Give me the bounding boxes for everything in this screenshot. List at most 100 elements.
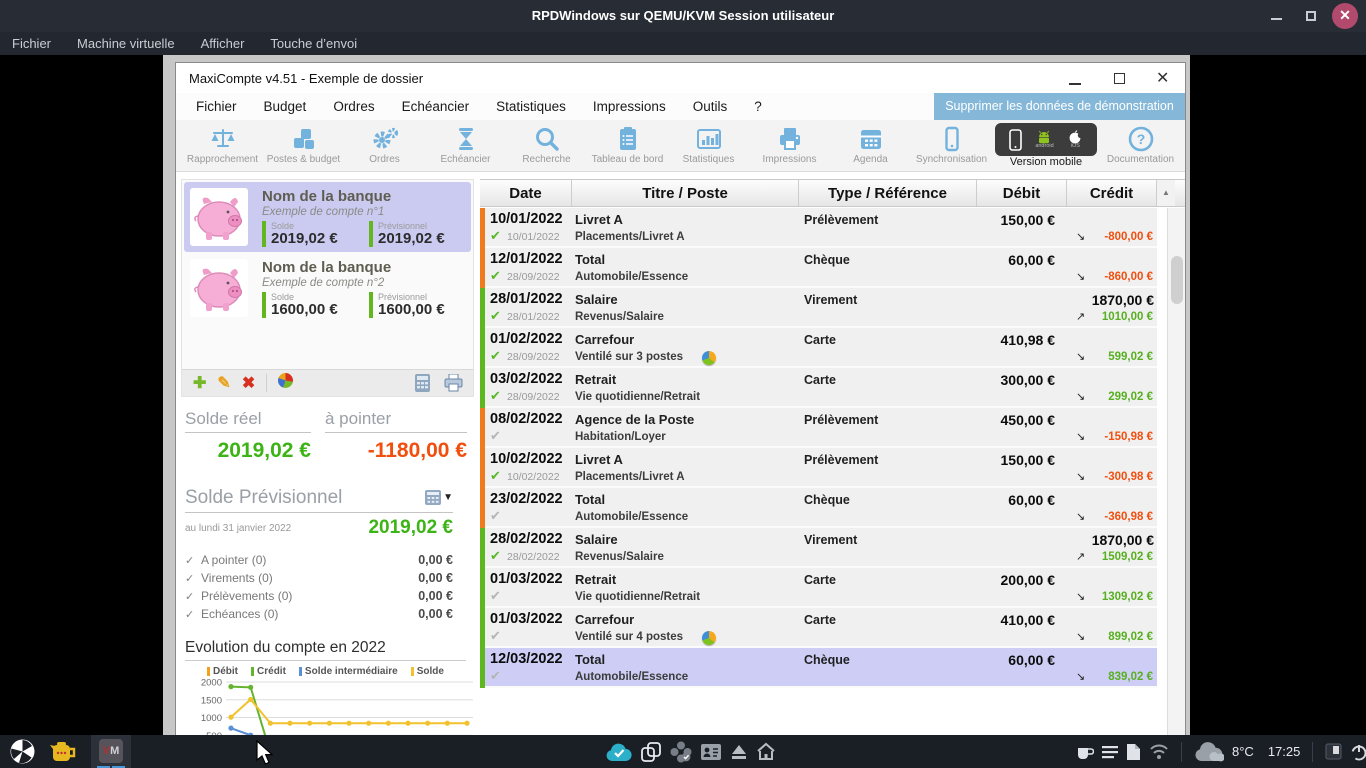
balance-trend-icon: ↘ <box>1076 630 1085 643</box>
checklist-row[interactable]: ✓ Virements (0) 0,00 € <box>185 569 453 587</box>
table-row[interactable]: 01/03/2022✔RetraitVie quotidienne/Retrai… <box>480 568 1157 608</box>
toolbar-synchronisation[interactable]: Synchronisation <box>911 123 992 171</box>
app-menu-icon[interactable] <box>10 739 35 764</box>
table-row[interactable]: 10/01/2022✔10/01/2022Livret APlacements/… <box>480 208 1157 248</box>
home-icon[interactable] <box>756 742 776 761</box>
row-status-bar <box>480 568 485 608</box>
header-type-reference[interactable]: Type / Référence <box>799 180 977 206</box>
chevron-down-icon[interactable]: ▼ <box>443 492 453 503</box>
print-accounts-icon[interactable] <box>444 374 463 392</box>
qemu-menu-afficher[interactable]: Afficher <box>201 36 245 51</box>
add-account-button[interactable]: ✚ <box>193 373 206 393</box>
transaction-type: Virement <box>804 533 857 547</box>
menu-statistiques[interactable]: Statistiques <box>496 99 566 114</box>
menu-outils[interactable]: Outils <box>693 99 728 114</box>
header-date[interactable]: Date <box>480 180 572 206</box>
qemu-close-button[interactable]: ✕ <box>1332 3 1358 29</box>
vm-window-button[interactable]: VM <box>91 735 131 768</box>
menu-impressions[interactable]: Impressions <box>593 99 666 114</box>
pointed-date: 28/02/2022 <box>507 551 560 563</box>
checklist-row[interactable]: ✓ Echéances (0) 0,00 € <box>185 605 453 623</box>
keyboard-icon[interactable] <box>1325 743 1342 760</box>
coffee-cup-icon[interactable] <box>1076 744 1094 760</box>
menu-ordres[interactable]: Ordres <box>333 99 374 114</box>
app-titlebar: MaxiCompte v4.51 - Exemple de dossier ✕ <box>176 63 1185 93</box>
cloud-check-icon[interactable] <box>606 742 632 762</box>
checklist-row[interactable]: ✓ A pointer (0) 0,00 € <box>185 551 453 569</box>
vm-window-icon: VM <box>99 739 123 763</box>
calendar-calc-icon[interactable] <box>425 490 441 505</box>
delete-account-button[interactable]: ✖ <box>242 373 255 393</box>
app-maximize-button[interactable] <box>1114 73 1125 84</box>
delete-demo-data-button[interactable]: Supprimer les données de démonstration <box>934 93 1185 120</box>
qemu-menu-fichier[interactable]: Fichier <box>12 36 51 51</box>
transaction-type: Prélèvement <box>804 213 878 227</box>
toolbar-postes-budget[interactable]: Postes & budget <box>263 123 344 171</box>
table-row[interactable]: 12/03/2022✔TotalAutomobile/EssenceChèque… <box>480 648 1157 688</box>
eject-icon[interactable] <box>730 743 748 761</box>
clipboard-copy-icon[interactable] <box>640 741 662 763</box>
power-icon[interactable] <box>1350 743 1366 761</box>
row-status-bar <box>480 648 485 688</box>
table-row[interactable]: 12/01/2022✔28/09/2022TotalAutomobile/Ess… <box>480 248 1157 288</box>
checklist-row[interactable]: ✓ Prélèvements (0) 0,00 € <box>185 587 453 605</box>
table-row[interactable]: 23/02/2022✔TotalAutomobile/EssenceChèque… <box>480 488 1157 528</box>
table-row[interactable]: 08/02/2022✔Agence de la PosteHabitation/… <box>480 408 1157 448</box>
table-scrollbar[interactable] <box>1167 208 1185 767</box>
account-item[interactable]: Nom de la banque Exemple de compte n°1 S… <box>184 182 471 252</box>
pointed-check-icon: ✔ <box>490 668 501 684</box>
transaction-type: Carte <box>804 573 836 587</box>
table-row[interactable]: 01/02/2022✔28/09/2022CarrefourVentilé su… <box>480 328 1157 368</box>
teapot-icon[interactable] <box>49 741 77 763</box>
legend-item: Solde <box>411 666 444 677</box>
transaction-type: Chèque <box>804 253 850 267</box>
menu-fichier[interactable]: Fichier <box>196 99 237 114</box>
calculator-icon[interactable] <box>415 374 430 392</box>
qemu-minimize-button[interactable] <box>1271 18 1282 20</box>
table-row[interactable]: 28/02/2022✔28/02/2022SalaireRevenus/Sala… <box>480 528 1157 568</box>
file-icon[interactable] <box>1126 743 1141 761</box>
toolbar-statistiques[interactable]: Statistiques <box>668 123 749 171</box>
toolbar-impressions[interactable]: Impressions <box>749 123 830 171</box>
menu-aide[interactable]: ? <box>754 99 762 114</box>
qemu-menu-machine-virtuelle[interactable]: Machine virtuelle <box>77 36 175 51</box>
accounts-chart-button[interactable] <box>278 373 293 393</box>
qemu-menu-touche-envoi[interactable]: Touche d’envoi <box>270 36 357 51</box>
contact-card-icon[interactable] <box>700 743 722 761</box>
toolbar-ordres[interactable]: Ordres <box>344 123 425 171</box>
scrollbar-thumb[interactable] <box>1171 256 1183 304</box>
toolbar-tableau-de-bord[interactable]: Tableau de bord <box>587 123 668 171</box>
scroll-up-arrow[interactable]: ▲ <box>1157 180 1175 206</box>
toolbar-agenda[interactable]: Agenda <box>830 123 911 171</box>
menu-budget[interactable]: Budget <box>264 99 307 114</box>
toolbar-documentation[interactable]: ? Documentation <box>1100 123 1181 171</box>
transaction-type: Carte <box>804 333 836 347</box>
header-debit[interactable]: Débit <box>977 180 1067 206</box>
wifi-icon[interactable] <box>1149 744 1169 760</box>
transaction-date: 01/02/2022 <box>490 331 563 347</box>
menu-lines-icon[interactable] <box>1102 745 1118 759</box>
toolbar-recherche[interactable]: Recherche <box>506 123 587 171</box>
table-row[interactable]: 03/02/2022✔28/09/2022RetraitVie quotidie… <box>480 368 1157 408</box>
toolbar-rapprochement[interactable]: Rapprochement <box>182 123 263 171</box>
table-row[interactable]: 10/02/2022✔10/02/2022Livret APlacements/… <box>480 448 1157 488</box>
header-titre-poste[interactable]: Titre / Poste <box>572 180 799 206</box>
pointed-check-icon: ✔ <box>490 268 501 284</box>
qemu-maximize-button[interactable] <box>1306 11 1316 21</box>
account-item[interactable]: Nom de la banque Exemple de compte n°2 S… <box>184 253 471 323</box>
previsionnel-section: Solde Prévisionnel ▼ au lundi 31 janvier… <box>181 487 453 623</box>
app-close-button[interactable]: ✕ <box>1156 68 1169 88</box>
toolbar-version-mobile[interactable]: android iOS Version mobile <box>992 123 1100 171</box>
edit-account-button[interactable]: ✎ <box>217 373 230 393</box>
pointed-check-icon: ✔ <box>490 588 501 604</box>
temperature: 8°C <box>1232 744 1254 759</box>
toolbar-echeancier[interactable]: Echéancier <box>425 123 506 171</box>
table-row[interactable]: 01/03/2022✔CarrefourVentilé sur 4 postes… <box>480 608 1157 648</box>
table-row[interactable]: 28/01/2022✔28/01/2022SalaireRevenus/Sala… <box>480 288 1157 328</box>
header-credit[interactable]: Crédit <box>1067 180 1157 206</box>
menu-echeancier[interactable]: Echéancier <box>402 99 470 114</box>
app-minimize-button[interactable] <box>1069 83 1081 85</box>
debit-amount: 60,00 € <box>955 492 1055 508</box>
pinwheel-check-icon[interactable] <box>670 741 692 763</box>
checklist-label: Prélèvements (0) <box>201 589 292 603</box>
